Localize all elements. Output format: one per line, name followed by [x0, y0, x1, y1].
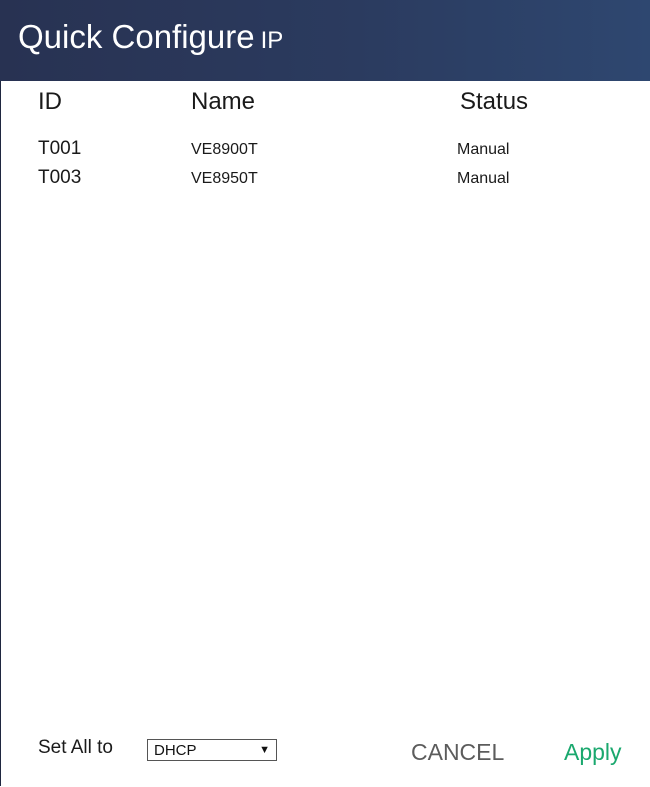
- row-status: Manual: [457, 141, 510, 158]
- dialog-title: Quick Configure IP: [18, 18, 283, 56]
- apply-button[interactable]: Apply: [564, 739, 622, 766]
- row-name: VE8950T: [191, 170, 258, 187]
- set-all-select-value: DHCP: [154, 741, 197, 759]
- cancel-button[interactable]: CANCEL: [411, 739, 504, 766]
- caret-down-icon: ▼: [259, 744, 270, 756]
- set-all-select[interactable]: DHCP ▼: [147, 739, 277, 761]
- dialog-title-suffix: IP: [260, 27, 284, 54]
- dialog-title-text: Quick Configure: [18, 18, 255, 55]
- column-header-name: Name: [191, 88, 256, 115]
- column-header-status: Status: [460, 88, 529, 115]
- row-id: T003: [38, 167, 82, 188]
- dialog-header: Quick Configure IP: [0, 0, 650, 81]
- row-id: T001: [38, 138, 82, 159]
- set-all-label: Set All to: [38, 737, 113, 758]
- column-header-id: ID: [38, 88, 62, 115]
- row-status: Manual: [457, 170, 510, 187]
- dialog-frame: [0, 0, 649, 786]
- row-name: VE8900T: [191, 141, 258, 158]
